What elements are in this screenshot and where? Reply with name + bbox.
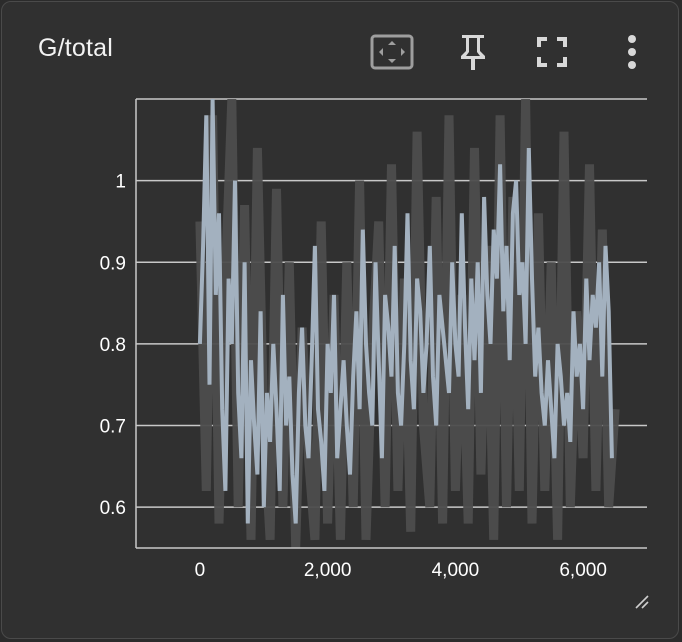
y-tick-label: 0.6: [100, 498, 126, 519]
resize-handle[interactable]: [632, 592, 650, 610]
x-tick-label: 2,000: [304, 560, 352, 581]
resize-icon: [635, 595, 649, 609]
x-tick-label: 4,000: [432, 560, 480, 581]
scalar-card: G/total 0.6 0.7 0.8 0.9 1 0 2,000 4,000 …: [1, 1, 679, 639]
line-chart[interactable]: 0.6 0.7 0.8 0.9 1 0 2,000 4,000 6,000: [2, 2, 679, 639]
x-tick-label: 6,000: [559, 560, 607, 581]
y-tick-label: 0.8: [100, 335, 126, 356]
y-tick-label: 0.9: [100, 253, 126, 274]
series-layer: [195, 99, 620, 548]
y-tick-label: 0.7: [100, 417, 126, 438]
y-tick-label: 1: [115, 172, 126, 193]
x-tick-label: 0: [195, 560, 206, 581]
